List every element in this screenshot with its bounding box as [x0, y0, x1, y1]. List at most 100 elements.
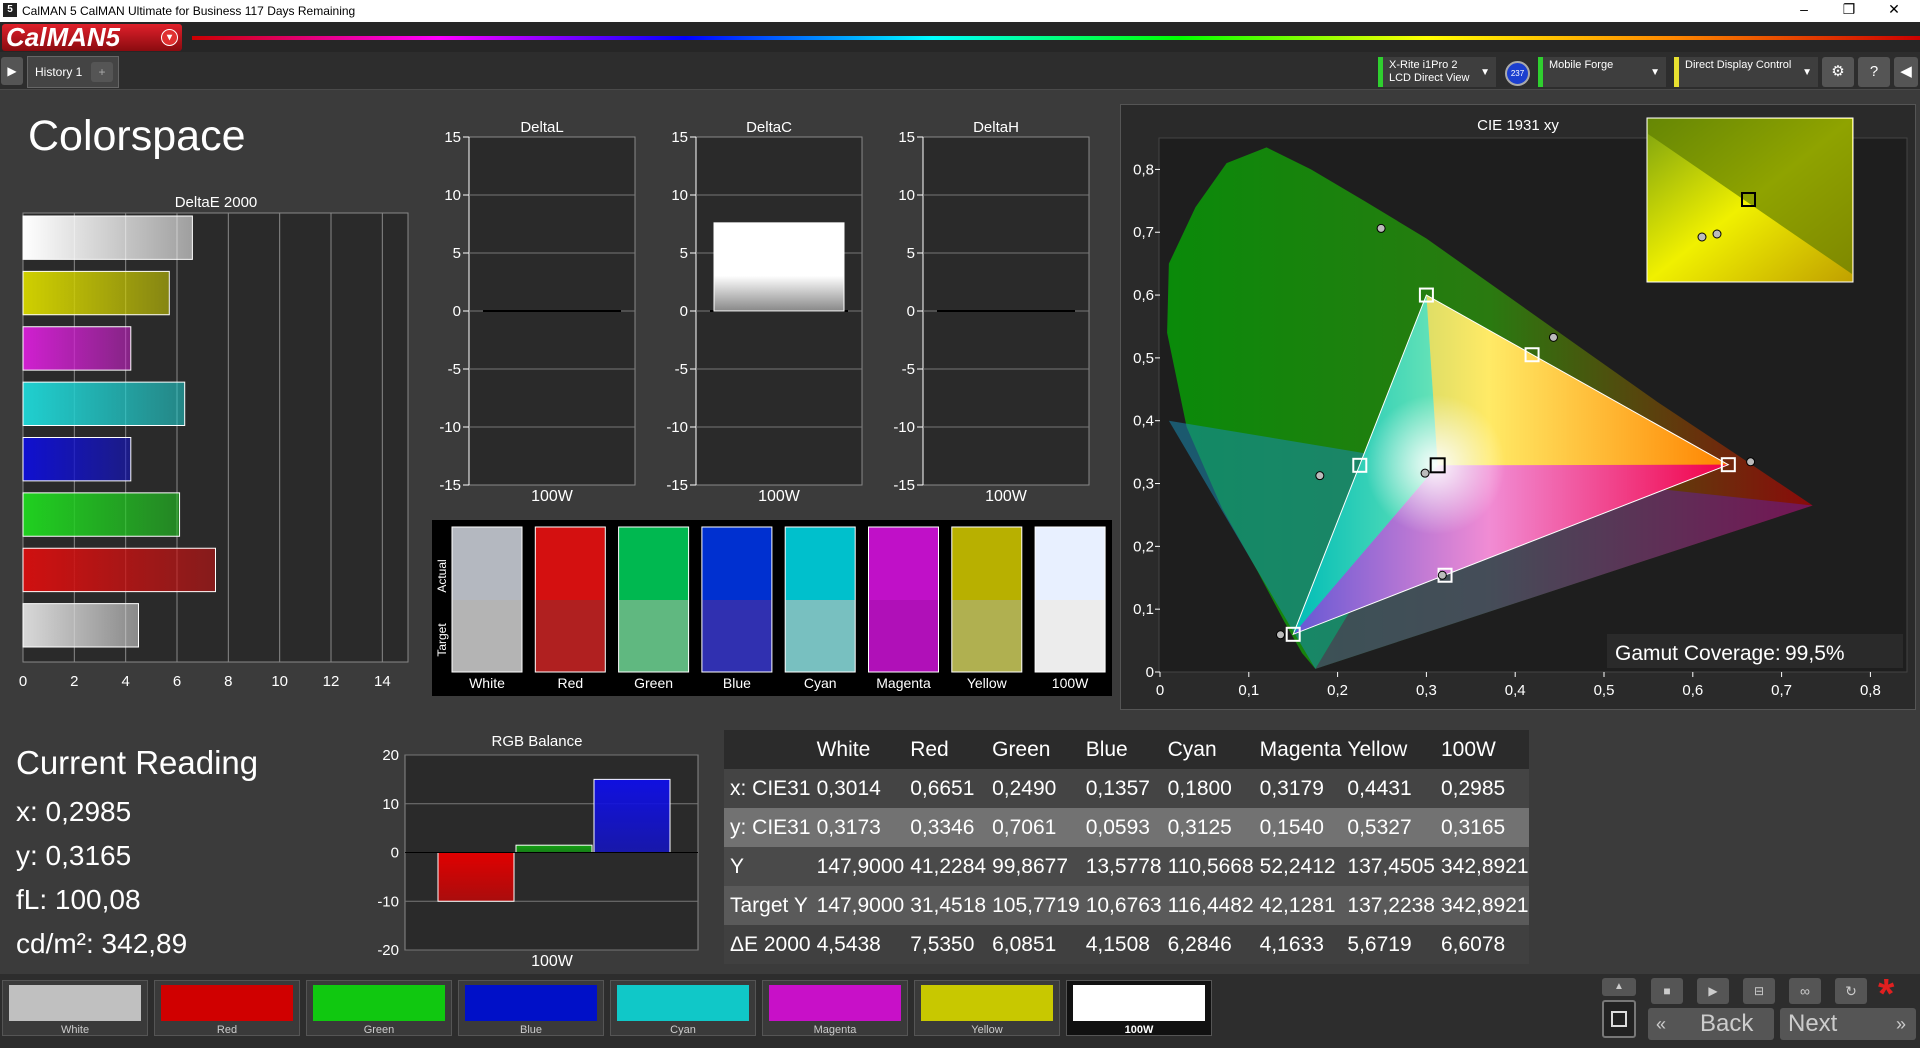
deltae-tick-label: 4: [121, 673, 129, 690]
table-cell: 0,1540: [1259, 815, 1324, 839]
swatch-actual: [1035, 527, 1106, 600]
source-selector[interactable]: Mobile Forge ▼: [1538, 57, 1666, 87]
swatch-target: [785, 600, 856, 672]
patch-color: [9, 985, 141, 1021]
add-tab-button[interactable]: +: [91, 62, 113, 82]
swatch-svg: Actual Target White Red Green Blue Cyan Magen…: [435, 526, 1106, 691]
maximize-button[interactable]: ❐: [1829, 1, 1869, 18]
table-cell: 52,2412: [1259, 854, 1336, 878]
measure-all-icon[interactable]: ⊟: [1743, 978, 1775, 1004]
gamut-label: Gamut Coverage:: [1615, 642, 1781, 665]
table-header-cell: Magenta: [1259, 737, 1342, 761]
delta-chart-title: DeltaL: [520, 119, 563, 136]
delta-tick-label: 10: [671, 187, 688, 204]
deltae-bar-blue: [22, 437, 132, 482]
deltae-bar-magenta: [22, 326, 132, 371]
delta-chart-title: DeltaC: [746, 119, 792, 136]
patch-label: 100W: [1124, 1024, 1154, 1036]
help-icon[interactable]: ?: [1858, 57, 1890, 87]
play-icon[interactable]: ▶: [1, 57, 23, 85]
meter-selector[interactable]: X-Rite i1Pro 2 LCD Direct View ▼: [1378, 57, 1496, 87]
patch-label: Magenta: [813, 1024, 857, 1036]
meter-count-badge[interactable]: 237: [1505, 61, 1530, 86]
patch-magenta[interactable]: Magenta: [762, 980, 908, 1036]
next-button[interactable]: Next »: [1780, 1008, 1916, 1040]
cie-x-tick-label: 0,6: [1682, 682, 1703, 699]
continuous-loop-icon[interactable]: ∞: [1789, 978, 1821, 1004]
cie-measured-point: [1315, 471, 1325, 481]
patch-color: [921, 985, 1053, 1021]
table-cell: 342,8921: [1440, 893, 1529, 917]
cie-measured-point: [1437, 570, 1447, 580]
deltae-tick-label: 2: [70, 673, 78, 690]
collapse-panel-icon[interactable]: ◀: [1894, 57, 1918, 87]
inset-measured-point: [1697, 232, 1707, 242]
delta-tick-label: -15: [666, 477, 688, 494]
deltae-bar-green: [22, 492, 181, 537]
asterisk-icon[interactable]: *: [1878, 970, 1894, 1018]
logo-text: CalMAN5: [6, 22, 121, 52]
table-cell: 4,5438: [816, 932, 881, 956]
inset-measured-point: [1712, 229, 1722, 239]
swatch-actual: [618, 527, 689, 600]
stop-icon[interactable]: ■: [1651, 978, 1683, 1004]
up-arrow-icon[interactable]: ▲: [1602, 978, 1636, 996]
cie-y-tick-label: 0,3: [1133, 476, 1154, 493]
play-measure-icon[interactable]: ▶: [1697, 978, 1729, 1004]
swatch-100w: 100W: [1034, 526, 1106, 691]
swatch-target: [868, 600, 939, 672]
delta-tick-label: 5: [907, 245, 915, 262]
white-point-glow: [1365, 394, 1506, 535]
table-cell: 0,3346: [910, 815, 975, 839]
patch-white[interactable]: White: [2, 980, 148, 1036]
table-cell: 6,0851: [992, 932, 1057, 956]
minimize-button[interactable]: –: [1784, 1, 1824, 17]
table-cell: 0,2985: [1440, 776, 1506, 800]
calman-logo-menu[interactable]: CalMAN5 ▾: [2, 24, 182, 51]
table-cell: 137,2238: [1347, 893, 1435, 917]
swatch-cyan: Cyan: [784, 526, 856, 691]
settings-gear-icon[interactable]: ⚙: [1822, 57, 1854, 87]
delta-tick-label: -10: [893, 419, 915, 436]
patch-blue[interactable]: Blue: [458, 980, 604, 1036]
source-name: Mobile Forge: [1549, 59, 1614, 71]
cie-y-tick-label: 0,7: [1133, 224, 1154, 241]
stop-measure-icon[interactable]: [1602, 1000, 1636, 1038]
delta-tick-label: -15: [893, 477, 915, 494]
swatch-target: [1035, 600, 1106, 672]
next-label: Next: [1788, 1010, 1838, 1037]
patch-red[interactable]: Red: [154, 980, 300, 1036]
table-row: ΔE 2000 4,5438 7,5350 6,0851 4,1508 6,2846 4,1…: [724, 925, 1529, 964]
delta-chart-title: DeltaH: [973, 119, 1019, 136]
display-name: Direct Display Control: [1685, 59, 1792, 71]
close-button[interactable]: ✕: [1874, 1, 1914, 18]
cie-y-tick-label: 0,5: [1133, 350, 1154, 367]
patch-green[interactable]: Green: [306, 980, 452, 1036]
cie-measured-point: [1548, 332, 1558, 342]
patch-label: Green: [363, 1024, 395, 1036]
patch-yellow[interactable]: Yellow: [914, 980, 1060, 1036]
rgb-tick-label: -20: [377, 942, 399, 959]
table-header-row: White Red Green Blue Cyan Magenta Yellow 100W: [724, 730, 1529, 769]
patch-cyan[interactable]: Cyan: [610, 980, 756, 1036]
patch-100w[interactable]: 100W: [1066, 980, 1212, 1036]
back-button[interactable]: « Back: [1648, 1008, 1774, 1040]
table-cell: 116,4482: [1167, 893, 1254, 917]
delta-tick-label: 10: [444, 187, 461, 204]
cie-diagram: CIE 1931 xy 0 0,1 0,2 0,3 0,4 0,5 0,6 0,7 0,8 0 0,…: [1133, 117, 1908, 699]
display-selector[interactable]: Direct Display Control ▼: [1674, 57, 1818, 87]
rgb-balance-chart: RGB Balance 20 10 0 -10 -20 100W: [377, 733, 699, 970]
delta-tick-label: -5: [448, 361, 461, 378]
delta-chart-deltah: DeltaH 15 10 5 0 -5 -10 -15 100W: [893, 119, 1090, 505]
delta-chart-deltac: DeltaC 15 10 5 0 -5 -10 -15 100W: [666, 119, 863, 505]
cie-y-tick-label: 0,2: [1133, 538, 1154, 555]
swatch-actual: [452, 527, 522, 600]
cie-x-tick-label: 0,8: [1860, 682, 1881, 699]
delta-tick-label: 0: [680, 303, 688, 320]
cie-title: CIE 1931 xy: [1477, 117, 1559, 134]
chevron-left-icon: «: [1656, 1014, 1667, 1034]
patch-color: [617, 985, 749, 1021]
swatch-green: Green: [618, 526, 690, 691]
table-header-cell: Yellow: [1347, 737, 1408, 761]
refresh-icon[interactable]: ↻: [1835, 978, 1867, 1004]
